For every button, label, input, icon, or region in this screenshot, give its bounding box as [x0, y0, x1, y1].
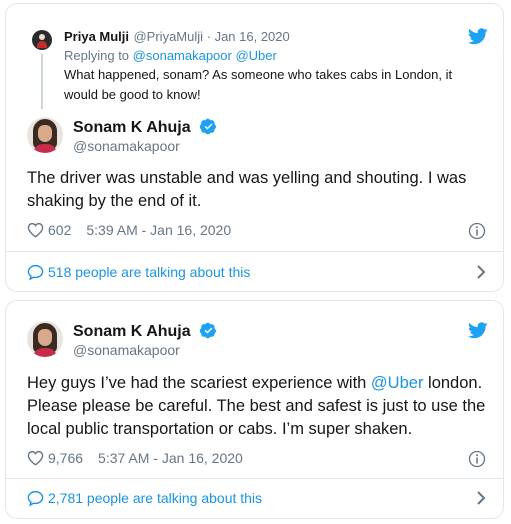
- author-handle[interactable]: @sonamakapoor: [73, 138, 180, 154]
- reply-text: What happened, sonam? As someone who tak…: [64, 65, 452, 105]
- reply-text-line2: would be good to know!: [64, 87, 201, 102]
- replying-to: Replying to @sonamakapoor @Uber: [64, 48, 277, 63]
- like-count[interactable]: 602: [48, 222, 71, 238]
- talking-row[interactable]: 518 people are talking about this: [27, 262, 487, 282]
- author-name-row: Sonam K Ahuja: [73, 118, 217, 137]
- replying-to-prefix: Replying to: [64, 48, 133, 63]
- divider: [6, 251, 503, 252]
- info-icon[interactable]: [468, 450, 486, 468]
- tweet-body: Hey guys I’ve had the scariest experienc…: [27, 372, 485, 441]
- tweet-card-reply[interactable]: Priya Mulji @PriyaMulji · Jan 16, 2020 R…: [5, 3, 504, 292]
- tweet-meta: 9,766 5:37 AM - Jan 16, 2020: [27, 450, 243, 466]
- tweet-body-line3: local public transportation or cabs. I’m…: [27, 420, 413, 438]
- heart-icon[interactable]: [27, 222, 44, 238]
- talking-row[interactable]: 2,781 people are talking about this: [27, 488, 487, 508]
- timestamp[interactable]: 5:37 AM - Jan 16, 2020: [98, 450, 243, 466]
- timestamp[interactable]: 5:39 AM - Jan 16, 2020: [86, 222, 231, 238]
- reply-header: Priya Mulji @PriyaMulji · Jan 16, 2020: [64, 28, 290, 46]
- chevron-right-icon[interactable]: [475, 265, 487, 279]
- sonam-avatar[interactable]: [27, 117, 63, 153]
- author-name-row: Sonam K Ahuja: [73, 322, 217, 341]
- talking-count[interactable]: 518 people are talking about this: [48, 264, 250, 280]
- thread-line: [41, 54, 43, 109]
- chevron-right-icon[interactable]: [475, 491, 487, 505]
- speech-bubble-icon: [27, 490, 44, 506]
- twitter-bird-icon[interactable]: [468, 322, 488, 339]
- tweet-body-line2: Please please be careful. The best and s…: [27, 397, 486, 415]
- sonam-avatar[interactable]: [27, 321, 63, 357]
- tweet-card-original[interactable]: Sonam K Ahuja @sonamakapoor Hey guys I’v…: [5, 300, 504, 519]
- tweet-body-line2: shaking by the end of it.: [27, 192, 202, 210]
- verified-badge-icon: [200, 322, 217, 339]
- author-name[interactable]: Sonam K Ahuja: [73, 323, 191, 340]
- divider: [6, 478, 503, 479]
- priya-name[interactable]: Priya Mulji: [64, 29, 129, 44]
- tweet-body-line1: Hey guys I’ve had the scariest experienc…: [27, 374, 483, 392]
- replying-to-handles[interactable]: @sonamakapoor @Uber: [133, 48, 277, 63]
- heart-icon[interactable]: [27, 450, 44, 466]
- priya-avatar[interactable]: [32, 30, 52, 50]
- reply-text-line1: What happened, sonam? As someone who tak…: [64, 67, 453, 82]
- uber-mention-link[interactable]: @Uber: [371, 374, 424, 392]
- author-handle[interactable]: @sonamakapoor: [73, 342, 180, 358]
- tweet-body-line1: The driver was unstable and was yelling …: [27, 169, 467, 187]
- info-icon[interactable]: [468, 222, 486, 240]
- author-name[interactable]: Sonam K Ahuja: [73, 119, 191, 136]
- speech-bubble-icon: [27, 264, 44, 280]
- talking-count[interactable]: 2,781 people are talking about this: [48, 490, 262, 506]
- tweet-body: The driver was unstable and was yelling …: [27, 167, 466, 213]
- tweet-meta: 602 5:39 AM - Jan 16, 2020: [27, 222, 231, 238]
- like-count[interactable]: 9,766: [48, 450, 83, 466]
- priya-handle-date[interactable]: @PriyaMulji · Jan 16, 2020: [133, 29, 289, 44]
- twitter-bird-icon[interactable]: [468, 28, 488, 45]
- verified-badge-icon: [200, 118, 217, 135]
